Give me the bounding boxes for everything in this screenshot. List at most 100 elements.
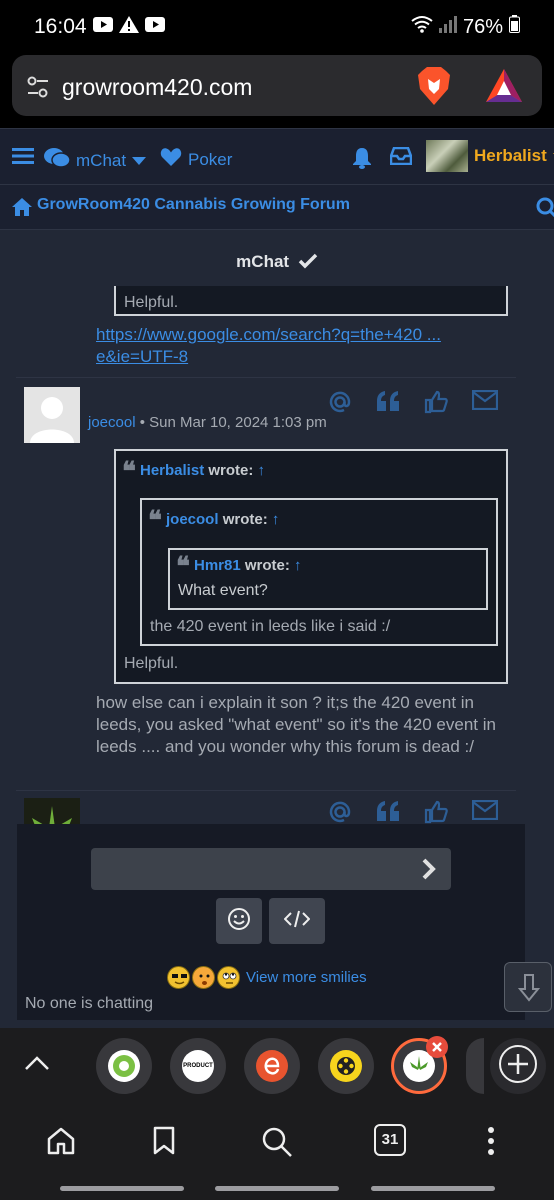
post-author-link[interactable]: joecool <box>88 414 136 431</box>
home-icon[interactable] <box>46 1126 76 1161</box>
mchat-title: mChat <box>0 252 554 274</box>
film-reel-icon <box>330 1050 362 1082</box>
site-settings-icon[interactable] <box>26 75 50 104</box>
bookmark-icon[interactable] <box>152 1126 176 1161</box>
quote-mark-icon: ❝ <box>122 457 136 487</box>
wifi-icon <box>411 15 433 39</box>
mchat-menu[interactable]: mChat <box>44 147 147 174</box>
poker-link[interactable]: Poker <box>160 147 232 172</box>
user-avatar <box>426 140 468 172</box>
brave-lion-icon[interactable] <box>417 67 451 110</box>
e-logo-icon <box>256 1050 288 1082</box>
message-list[interactable]: Helpful. https://www.google.com/search?q… <box>0 286 554 826</box>
tab-count-button[interactable]: 31 <box>374 1124 406 1156</box>
forum-page: mChat Poker Herbalist GrowRoom420 Cannab… <box>0 128 554 1028</box>
chat-bubbles-icon <box>44 147 71 174</box>
like-icon[interactable] <box>424 800 450 824</box>
cool-smiley-icon[interactable] <box>167 966 190 989</box>
product-logo-icon: PRODUCT <box>182 1050 214 1082</box>
smiley-icon <box>227 907 251 936</box>
blush-smiley-icon[interactable] <box>192 966 215 989</box>
post-date: • Sun Mar 10, 2024 1:03 pm <box>139 414 327 431</box>
search-icon[interactable] <box>536 197 554 222</box>
quote-author-link[interactable]: Hmr81 <box>194 557 241 574</box>
message-composer: View more smilies No one is chatting <box>17 824 525 1020</box>
chevron-up-icon[interactable] <box>24 1054 50 1077</box>
bbcode-button[interactable] <box>269 898 325 944</box>
quote-author-link[interactable]: joecool <box>166 511 219 528</box>
quote-text: Helpful. <box>124 294 179 311</box>
green-a-icon <box>108 1050 140 1082</box>
post-meta: joecool • Sun Mar 10, 2024 1:03 pm <box>88 414 327 431</box>
url-text[interactable]: growroom420.com <box>62 74 252 101</box>
roll-eyes-smiley-icon[interactable] <box>217 966 240 989</box>
message-input[interactable] <box>91 848 451 890</box>
brave-rewards-icon[interactable] <box>484 67 524 110</box>
mchat-panel: mChat Helpful. https://www.google.com/se… <box>0 230 554 1028</box>
youtube-icon <box>145 16 165 33</box>
quote-text: What event? <box>178 582 268 599</box>
heart-icon <box>160 147 182 172</box>
caret-down-icon <box>132 151 147 171</box>
mention-icon[interactable] <box>328 390 354 414</box>
signal-icon <box>438 15 457 39</box>
quote-mark-icon: ❝ <box>148 506 162 536</box>
tab-thumbnail[interactable] <box>96 1038 152 1094</box>
battery-text: 76% <box>462 15 503 38</box>
tab-switcher-bar: PRODUCT <box>0 1028 554 1106</box>
message-body: how else can i explain it son ? it;s the… <box>96 693 496 756</box>
view-more-smilies-link[interactable]: View more smilies <box>246 969 367 986</box>
alert-icon <box>119 16 139 33</box>
quote-author-link[interactable]: Herbalist <box>140 462 204 479</box>
menu-icon[interactable] <box>12 147 34 165</box>
mention-icon[interactable] <box>328 800 354 824</box>
status-time: 16:04 <box>34 15 87 38</box>
home-icon[interactable] <box>12 198 32 221</box>
tab-thumbnail[interactable] <box>318 1038 374 1094</box>
scroll-to-bottom-button[interactable] <box>504 962 552 1012</box>
private-message-icon[interactable] <box>471 799 499 824</box>
jump-to-post-arrow[interactable]: ↑ <box>258 462 266 479</box>
mchat-label: mChat <box>76 150 127 170</box>
smilies-button[interactable] <box>216 898 262 944</box>
username-label: Herbalist <box>474 146 547 165</box>
arrow-down-icon <box>517 974 541 1007</box>
quote-text: the 420 event in leeds like i said :/ <box>150 618 391 635</box>
tab-thumbnail[interactable] <box>244 1038 300 1094</box>
jump-to-post-arrow[interactable]: ↑ <box>272 511 280 528</box>
plus-icon <box>498 1044 538 1089</box>
search-icon[interactable] <box>261 1126 293 1163</box>
youtube-icon <box>93 16 113 33</box>
user-menu[interactable]: Herbalist <box>426 140 554 172</box>
quote-mark-icon: ❝ <box>176 552 190 582</box>
poker-label: Poker <box>188 149 233 169</box>
breadcrumb-forum-link[interactable]: GrowRoom420 Cannabis Growing Forum <box>37 196 350 214</box>
send-chevron-icon[interactable] <box>412 852 446 886</box>
new-tab-button[interactable] <box>490 1038 546 1094</box>
jump-to-post-arrow[interactable]: ↑ <box>294 557 302 574</box>
address-bar[interactable]: growroom420.com <box>12 55 542 116</box>
quote-icon[interactable] <box>376 800 402 824</box>
quick-smilies: View more smilies <box>167 966 367 989</box>
quote-block: Helpful. <box>114 286 508 316</box>
quote-block-herbalist: ❝ Herbalist wrote: ↑ ❝ joecool wrote: ↑ ❝ H… <box>114 449 508 684</box>
browser-toolbar: growroom420.com <box>0 52 554 128</box>
forum-navbar: mChat Poker Herbalist <box>0 128 554 184</box>
search-link[interactable]: https://www.google.com/search?q=the+420 … <box>96 324 496 368</box>
avatar[interactable] <box>24 798 80 826</box>
avatar[interactable] <box>24 387 80 443</box>
more-menu-icon[interactable] <box>486 1126 496 1161</box>
checkmark-icon <box>298 253 318 274</box>
notifications-bell-icon[interactable] <box>352 147 372 169</box>
quote-block-joecool: ❝ joecool wrote: ↑ ❝ Hmr81 wrote: ↑ What e… <box>140 498 498 646</box>
private-message-icon[interactable] <box>471 389 499 414</box>
quote-text: Helpful. <box>124 655 179 672</box>
tab-thumbnail[interactable]: PRODUCT <box>170 1038 226 1094</box>
chat-status: No one is chatting <box>25 995 154 1012</box>
tab-thumbnail[interactable] <box>466 1038 484 1094</box>
close-tab-icon[interactable] <box>426 1036 448 1058</box>
battery-icon <box>509 15 520 39</box>
inbox-icon[interactable] <box>390 147 412 165</box>
like-icon[interactable] <box>424 390 450 414</box>
quote-icon[interactable] <box>376 390 402 414</box>
